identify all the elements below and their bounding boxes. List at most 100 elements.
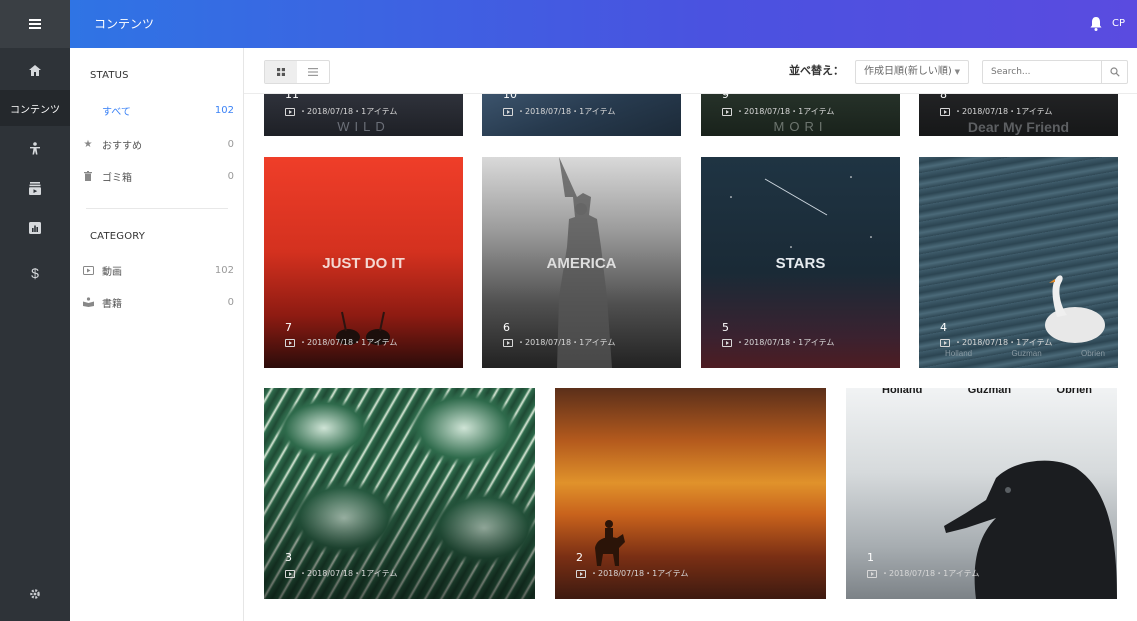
filter-sidebar: STATUS すべて 102 ★ おすすめ 0 ゴミ箱 0 CATEGORY 動… bbox=[70, 48, 244, 621]
gear-icon bbox=[30, 589, 40, 599]
card-meta: ・2018/07/18・1アイテム bbox=[940, 106, 1052, 117]
card-number: 9 bbox=[722, 94, 729, 101]
user-avatar[interactable]: CP bbox=[1112, 0, 1125, 48]
card-number: 5 bbox=[722, 321, 729, 334]
card-number: 3 bbox=[285, 551, 292, 564]
menu-toggle-button[interactable] bbox=[0, 0, 70, 48]
card-title: WILD bbox=[337, 119, 390, 134]
card-meta: ・2018/07/18・1アイテム bbox=[722, 106, 834, 117]
list-view-button[interactable] bbox=[297, 61, 329, 83]
card-meta: ・2018/07/18・1アイテム bbox=[576, 568, 688, 579]
category-item-label: 動画 bbox=[102, 266, 122, 278]
content-card-10[interactable]: 10 ・2018/07/18・1アイテム bbox=[482, 94, 681, 136]
page-title: コンテンツ bbox=[94, 17, 155, 31]
rail-item-person[interactable] bbox=[0, 130, 70, 166]
rail-item-analytics[interactable] bbox=[0, 210, 70, 246]
card-names: Holland Guzman Obrien bbox=[882, 388, 1092, 396]
rail-item-home[interactable] bbox=[0, 52, 70, 88]
content-card-1[interactable]: Holland Guzman Obrien 1 ・2018/07/18・1アイテム bbox=[846, 388, 1117, 599]
video-icon bbox=[940, 338, 950, 347]
dollar-icon: $ bbox=[31, 265, 39, 281]
rail-item-billing[interactable]: $ bbox=[0, 255, 70, 291]
view-toggle bbox=[264, 60, 330, 84]
card-meta: ・2018/07/18・1アイテム bbox=[503, 337, 615, 348]
content-card-3[interactable]: 3 ・2018/07/18・1アイテム bbox=[264, 388, 535, 599]
content-toolbar: 並べ替え： 作成日順(新しい順) ▼ bbox=[244, 48, 1137, 94]
video-icon bbox=[503, 107, 513, 116]
sort-label: 並べ替え： bbox=[789, 64, 844, 77]
content-card-5[interactable]: STARS 5 ・2018/07/18・1アイテム bbox=[701, 157, 900, 368]
card-title: STARS bbox=[775, 255, 826, 272]
person-icon bbox=[30, 141, 40, 154]
category-item-count: 102 bbox=[214, 264, 234, 276]
card-title: Dear My Friend bbox=[967, 119, 1070, 135]
rail-item-inbox[interactable] bbox=[0, 170, 70, 206]
home-icon bbox=[29, 64, 41, 76]
category-item-book[interactable]: 書籍 0 bbox=[82, 292, 234, 312]
card-number: 7 bbox=[285, 321, 292, 334]
rail-item-contents[interactable]: コンテンツ bbox=[0, 90, 70, 126]
card-names: Holland Guzman Obrien bbox=[945, 349, 1105, 358]
status-item-label: おすすめ bbox=[102, 140, 142, 152]
app-root: コンテンツ $ コンテンツ CP STATUS すべて 102 ★ おすすめ 0… bbox=[0, 0, 1137, 621]
search-box bbox=[982, 60, 1128, 84]
card-number: 10 bbox=[503, 94, 517, 101]
card-number: 6 bbox=[503, 321, 510, 334]
card-meta: ・2018/07/18・1アイテム bbox=[940, 337, 1052, 348]
card-number: 8 bbox=[940, 94, 947, 101]
card-meta: ・2018/07/18・1アイテム bbox=[867, 568, 979, 579]
content-card-6[interactable]: AMERICA 6 ・2018/07/18・1アイテム bbox=[482, 157, 681, 368]
card-number: 11 bbox=[285, 94, 299, 101]
category-section-title: CATEGORY bbox=[90, 231, 146, 242]
grid-view-button[interactable] bbox=[265, 61, 297, 83]
search-input[interactable] bbox=[983, 61, 1101, 83]
rail-item-contents-label: コンテンツ bbox=[10, 104, 60, 116]
grid-icon bbox=[277, 68, 285, 76]
app-header: コンテンツ CP bbox=[70, 0, 1137, 48]
sort-select-value: 作成日順(新しい順) bbox=[864, 66, 952, 77]
swan-illustration bbox=[1045, 275, 1105, 343]
rider-illustration bbox=[595, 520, 625, 566]
category-item-video[interactable]: 動画 102 bbox=[82, 260, 234, 280]
card-meta: ・2018/07/18・1アイテム bbox=[285, 106, 397, 117]
card-meta: ・2018/07/18・1アイテム bbox=[285, 337, 397, 348]
card-number: 1 bbox=[867, 551, 874, 564]
card-title: JUST DO IT bbox=[322, 255, 405, 272]
status-item-recommended[interactable]: ★ おすすめ 0 bbox=[82, 134, 234, 154]
card-title: AMERICA bbox=[546, 255, 617, 272]
status-item-all[interactable]: すべて 102 bbox=[82, 100, 234, 120]
search-button[interactable] bbox=[1101, 61, 1127, 83]
search-icon bbox=[1109, 67, 1120, 77]
book-icon bbox=[82, 296, 94, 308]
video-icon bbox=[940, 107, 950, 116]
content-card-4[interactable]: 4 ・2018/07/18・1アイテム Holland Guzman Obrien bbox=[919, 157, 1118, 368]
card-meta: ・2018/07/18・1アイテム bbox=[285, 568, 397, 579]
content-card-8[interactable]: 8 ・2018/07/18・1アイテム Dear My Friend bbox=[919, 94, 1118, 136]
video-icon bbox=[722, 107, 732, 116]
sort-select[interactable]: 作成日順(新しい順) ▼ bbox=[855, 60, 969, 84]
video-icon bbox=[285, 107, 295, 116]
video-icon bbox=[82, 264, 94, 276]
icon-rail: コンテンツ $ bbox=[0, 0, 70, 621]
bell-icon[interactable] bbox=[1089, 16, 1103, 32]
status-item-trash[interactable]: ゴミ箱 0 bbox=[82, 166, 234, 186]
content-card-11[interactable]: 11 ・2018/07/18・1アイテム WILD bbox=[264, 94, 463, 136]
category-item-label: 書籍 bbox=[102, 298, 122, 310]
card-number: 4 bbox=[940, 321, 947, 334]
sidebar-divider bbox=[86, 208, 228, 209]
status-item-count: 0 bbox=[227, 170, 234, 182]
category-item-count: 0 bbox=[227, 296, 234, 308]
status-item-count: 0 bbox=[227, 138, 234, 150]
status-item-label: ゴミ箱 bbox=[102, 172, 132, 184]
video-icon bbox=[867, 569, 877, 578]
hamburger-icon bbox=[29, 19, 41, 29]
status-item-label: すべて bbox=[102, 106, 131, 118]
rail-item-settings[interactable] bbox=[0, 576, 70, 612]
status-section-title: STATUS bbox=[90, 70, 129, 81]
video-icon bbox=[576, 569, 586, 578]
caret-down-icon: ▼ bbox=[954, 68, 960, 76]
content-gallery: 11 ・2018/07/18・1アイテム WILD 10 ・2018/07/18… bbox=[244, 94, 1137, 621]
content-card-9[interactable]: 9 ・2018/07/18・1アイテム MORI bbox=[701, 94, 900, 136]
content-card-7[interactable]: JUST DO IT 7 ・2018/07/18・1アイテム bbox=[264, 157, 463, 368]
content-card-2[interactable]: 2 ・2018/07/18・1アイテム bbox=[555, 388, 826, 599]
